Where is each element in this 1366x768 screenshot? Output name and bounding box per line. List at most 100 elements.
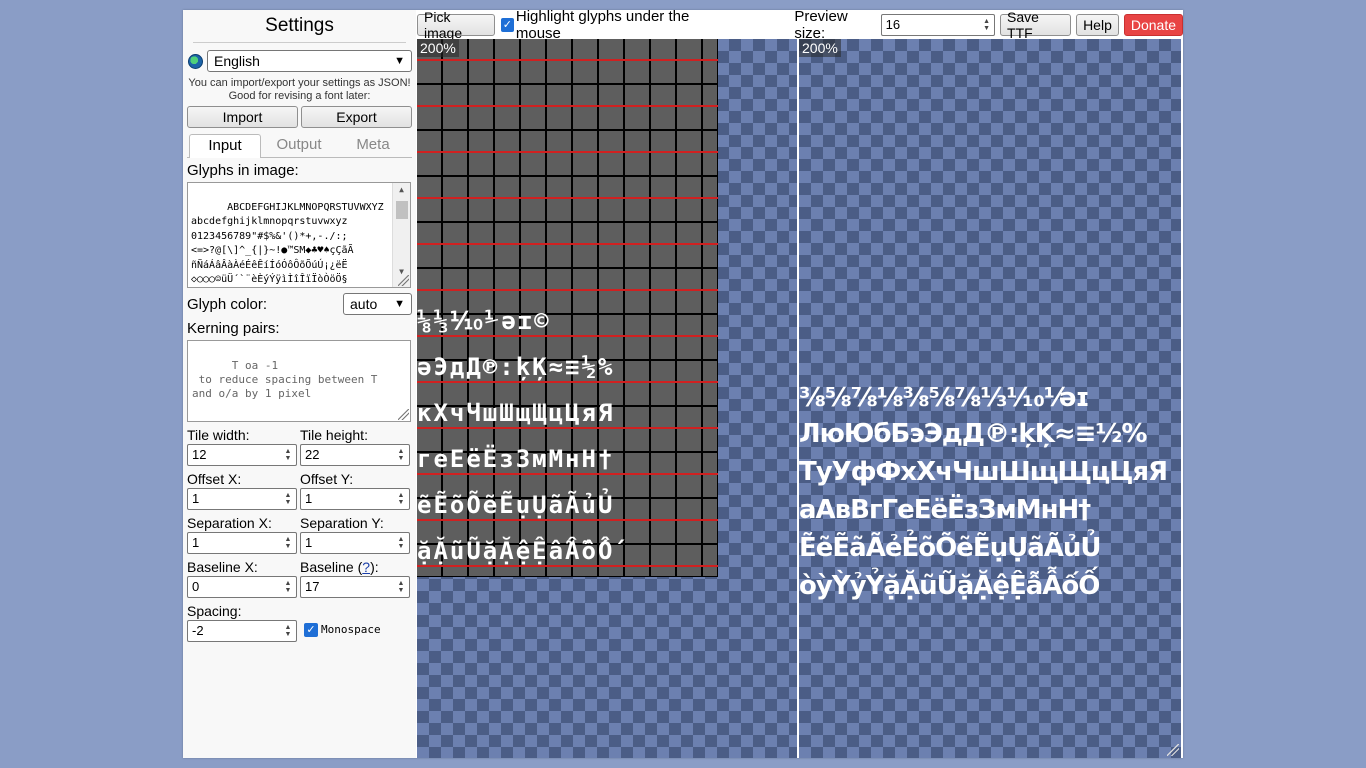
chevron-down-icon: ▼ (394, 298, 405, 310)
baseline-line (417, 335, 718, 337)
spinner-icon[interactable]: ▲ ▼ (283, 580, 293, 594)
glyphs-textarea[interactable]: ABCDEFGHIJKLMNOPQRSTUVWXYZ abcdefghijklm… (187, 182, 411, 288)
settings-sidebar: Settings English ▼ You can import/export… (183, 10, 416, 758)
tile-height-label: Tile height: (300, 427, 368, 443)
glyph-color-select[interactable]: auto ▼ (343, 293, 412, 315)
baseline-value: 17 (305, 579, 320, 594)
glyph-sheet-panel[interactable]: 200% ⅛⅓⅒⅟əɪ© ǝЭдД℗:ķĶ≈≡½% кХчЧшШщЩцЦяЯ г… (417, 39, 797, 758)
preview-line: ẼẽẼãÃẻẺõÕẽẼụỤãÃủỦ (799, 533, 1101, 563)
language-row: English ▼ (187, 49, 412, 73)
baseline-field: Baseline (?): 17 ▲ ▼ (300, 558, 411, 598)
pick-image-button[interactable]: Pick image (417, 9, 495, 41)
glyph-row: кХчЧшШщЩцЦяЯ (417, 399, 615, 427)
top-toolbar: Pick image ✓ Highlight glyphs under the … (416, 7, 1184, 42)
spinner-icon[interactable]: ▲ ▼ (283, 624, 293, 638)
offset-y-value: 1 (305, 491, 313, 506)
export-button[interactable]: Export (301, 106, 412, 128)
spinner-icon[interactable]: ▲ ▼ (283, 448, 293, 462)
monospace-field: ✓ Monospace (300, 602, 411, 642)
offset-x-label: Offset X: (187, 471, 242, 487)
spacing-label: Spacing: (187, 603, 242, 619)
spinner-icon[interactable]: ▲ ▼ (396, 448, 406, 462)
tab-output[interactable]: Output (263, 134, 335, 157)
settings-title: Settings (265, 15, 334, 36)
preview-size-label: Preview size: (794, 7, 848, 42)
spacing-value: -2 (192, 623, 204, 638)
resize-grip-icon[interactable] (398, 409, 409, 420)
scroll-thumb[interactable] (396, 201, 408, 219)
separation-y-field: Separation Y: 1 ▲ ▼ (300, 514, 411, 554)
separation-x-value: 1 (192, 535, 200, 550)
offset-x-input[interactable]: 1 ▲ ▼ (187, 488, 297, 510)
monospace-checkbox[interactable]: ✓ (304, 623, 318, 637)
resize-grip-icon[interactable] (1167, 744, 1179, 756)
kerning-textarea[interactable]: T oa -1 to reduce spacing between T and … (187, 340, 411, 422)
resize-grip-icon[interactable] (398, 275, 409, 286)
save-ttf-button[interactable]: Save TTF (1000, 9, 1072, 41)
glyphs-text: ABCDEFGHIJKLMNOPQRSTUVWXYZ abcdefghijklm… (191, 201, 384, 286)
separation-x-field: Separation X: 1 ▲ ▼ (187, 514, 300, 554)
baseline-line (417, 289, 718, 291)
globe-icon (188, 53, 203, 69)
tab-meta[interactable]: Meta (337, 134, 409, 157)
font-preview-panel[interactable]: 200% ⅜⅝⅞⅛⅜⅝⅞⅓⅒⅟əɪ ЛюЮбБэЭдД℗:ķĶ≈≡½% ТуУф… (799, 39, 1181, 758)
glyph-color-value: auto (350, 296, 378, 312)
glyph-row: ặẶũŨặẶệỆẫẪốỐ (417, 537, 615, 565)
preview-line: ТуУфФхХчЧшШщЩцЦяЯ (799, 457, 1168, 487)
preview-line: ЛюЮбБэЭдД℗:ķĶ≈≡½% (799, 419, 1147, 449)
title-divider (193, 42, 406, 43)
baseline-line (417, 59, 718, 61)
tab-input[interactable]: Input (189, 134, 261, 158)
spinner-icon[interactable]: ▲ ▼ (396, 536, 406, 550)
baseline-help-link[interactable]: ? (362, 559, 370, 575)
kerning-label: Kerning pairs: (187, 320, 280, 337)
preview-size-input[interactable]: 16 ▲ ▼ (880, 13, 996, 36)
import-button[interactable]: Import (187, 106, 298, 128)
monospace-label: Monospace (321, 623, 381, 636)
language-select[interactable]: English ▼ (207, 50, 412, 72)
separation-x-label: Separation X: (187, 515, 272, 531)
glyph-sheet-image[interactable]: ⅛⅓⅒⅟əɪ© ǝЭдД℗:ķĶ≈≡½% кХчЧшШщЩцЦяЯ гeЕёЁз… (417, 39, 718, 577)
separation-y-input[interactable]: 1 ▲ ▼ (300, 532, 410, 554)
spinner-icon[interactable]: ▲ ▼ (283, 536, 293, 550)
spinner-icon[interactable]: ▲ ▼ (396, 580, 406, 594)
preview-line: аАвВгГеЕёЁзЗмМнН† (799, 495, 1091, 525)
tile-height-input[interactable]: 22 ▲ ▼ (300, 444, 410, 466)
tile-width-field: Tile width: 12 ▲ ▼ (187, 426, 300, 466)
separation-y-label: Separation Y: (300, 515, 384, 531)
glyph-row: ǝЭдД℗:ķĶ≈≡½% (417, 353, 615, 381)
highlight-checkbox[interactable]: ✓ (500, 17, 514, 32)
spinner-icon[interactable]: ▲ ▼ (396, 492, 406, 506)
spacing-field: Spacing: -2 ▲ ▼ (187, 602, 300, 642)
baseline-label-text: Baseline ( (300, 559, 363, 575)
baseline-x-field: Baseline X: 0 ▲ ▼ (187, 558, 300, 598)
offset-y-input[interactable]: 1 ▲ ▼ (300, 488, 410, 510)
baseline-line (417, 565, 718, 567)
import-export-row: Import Export (187, 106, 412, 128)
language-value: English (214, 53, 260, 69)
left-zoom-level: 200% (417, 39, 459, 57)
donate-button[interactable]: Donate (1123, 13, 1184, 36)
spinner-icon[interactable]: ▲ ▼ (283, 492, 293, 506)
baseline-label: Baseline (?): (300, 558, 411, 576)
baseline-line (417, 381, 718, 383)
spinner-icon[interactable]: ▲ ▼ (983, 18, 990, 32)
tile-width-input[interactable]: 12 ▲ ▼ (187, 444, 297, 466)
glyphs-scrollbar[interactable]: ▲ ▼ (392, 183, 410, 287)
spacing-input[interactable]: -2 ▲ ▼ (187, 620, 297, 642)
separation-x-input[interactable]: 1 ▲ ▼ (187, 532, 297, 554)
highlight-label: Highlight glyphs under the mouse (515, 7, 690, 42)
tile-settings: Tile width: 12 ▲ ▼ Tile height: 22 ▲ ▼ Offse… (187, 422, 412, 642)
baseline-input[interactable]: 17 ▲ ▼ (300, 576, 410, 598)
baseline-x-input[interactable]: 0 ▲ ▼ (187, 576, 297, 598)
baseline-line (417, 473, 718, 475)
glyph-row: ẽẼõÕẽẼụỤãÃủỦ (417, 491, 615, 519)
glyph-row: ⅛⅓⅒⅟əɪ© (417, 307, 551, 335)
baseline-label-end: ): (370, 559, 379, 575)
baseline-line (417, 427, 718, 429)
scroll-up-icon[interactable]: ▲ (393, 183, 410, 197)
tile-height-value: 22 (305, 447, 320, 462)
chevron-down-icon: ▼ (394, 55, 405, 67)
help-button[interactable]: Help (1076, 13, 1119, 36)
baseline-x-label: Baseline X: (187, 559, 258, 575)
